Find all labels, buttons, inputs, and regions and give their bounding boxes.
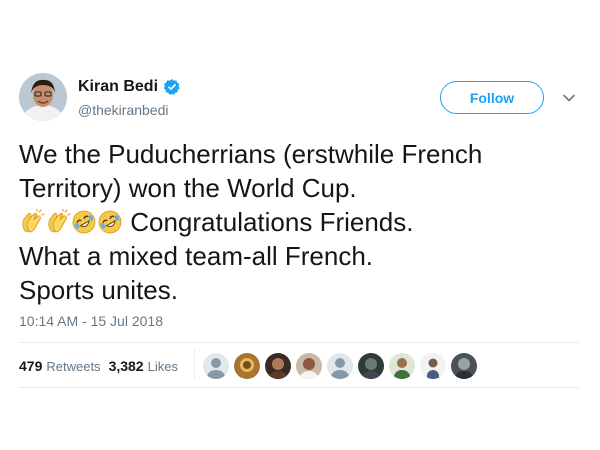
author-name[interactable]: Kiran Bedi (78, 78, 158, 96)
divider (19, 342, 579, 343)
tweet-line: What a mixed team-all French. (19, 241, 374, 271)
liker-avatar[interactable] (265, 353, 291, 379)
retweets-label: Retweets (46, 359, 101, 374)
tweet-stats: 479 Retweets 3,382 Likes (19, 358, 186, 374)
author-avatar[interactable] (19, 73, 67, 121)
divider (19, 387, 579, 388)
liker-avatar[interactable] (420, 353, 446, 379)
liker-avatar[interactable] (234, 353, 260, 379)
tweet-card: Kiran Bedi @thekiranbedi Follow We the P… (0, 0, 600, 450)
chevron-down-icon[interactable] (562, 91, 576, 105)
rofl-emoji-icon (97, 209, 123, 235)
liker-avatar[interactable] (358, 353, 384, 379)
liker-avatar[interactable] (203, 353, 229, 379)
likes-stat[interactable]: 3,382 Likes (109, 358, 186, 374)
clapping-hands-emoji-icon (45, 208, 71, 235)
tweet-timestamp[interactable]: 10:14 AM - 15 Jul 2018 (19, 313, 163, 329)
liker-avatar[interactable] (389, 353, 415, 379)
likes-count: 3,382 (108, 358, 144, 374)
retweets-count: 479 (19, 358, 43, 374)
tweet-text: We the Puducherrians (erstwhile French T… (19, 137, 579, 307)
author-handle[interactable]: @thekiranbedi (78, 102, 169, 118)
tweet-line: We the Puducherrians (erstwhile French (19, 139, 483, 169)
tweet-line: Congratulations Friends. (130, 207, 414, 237)
retweets-stat[interactable]: 479 Retweets (19, 358, 109, 374)
likers-avatars (203, 353, 482, 379)
liker-avatar[interactable] (451, 353, 477, 379)
liker-avatar[interactable] (327, 353, 353, 379)
clapping-hands-emoji-icon (19, 208, 45, 235)
tweet-line-emoji: Congratulations Friends. (19, 205, 579, 239)
follow-button[interactable]: Follow (440, 81, 544, 114)
liker-avatar[interactable] (296, 353, 322, 379)
tweet-line: Sports unites. (19, 275, 178, 305)
tweet-line: Territory) won the World Cup. (19, 173, 357, 203)
stats-separator (194, 349, 195, 379)
likes-label: Likes (147, 359, 178, 374)
rofl-emoji-icon (71, 209, 97, 235)
author-name-row: Kiran Bedi (78, 78, 181, 96)
verified-badge-icon (163, 78, 181, 96)
